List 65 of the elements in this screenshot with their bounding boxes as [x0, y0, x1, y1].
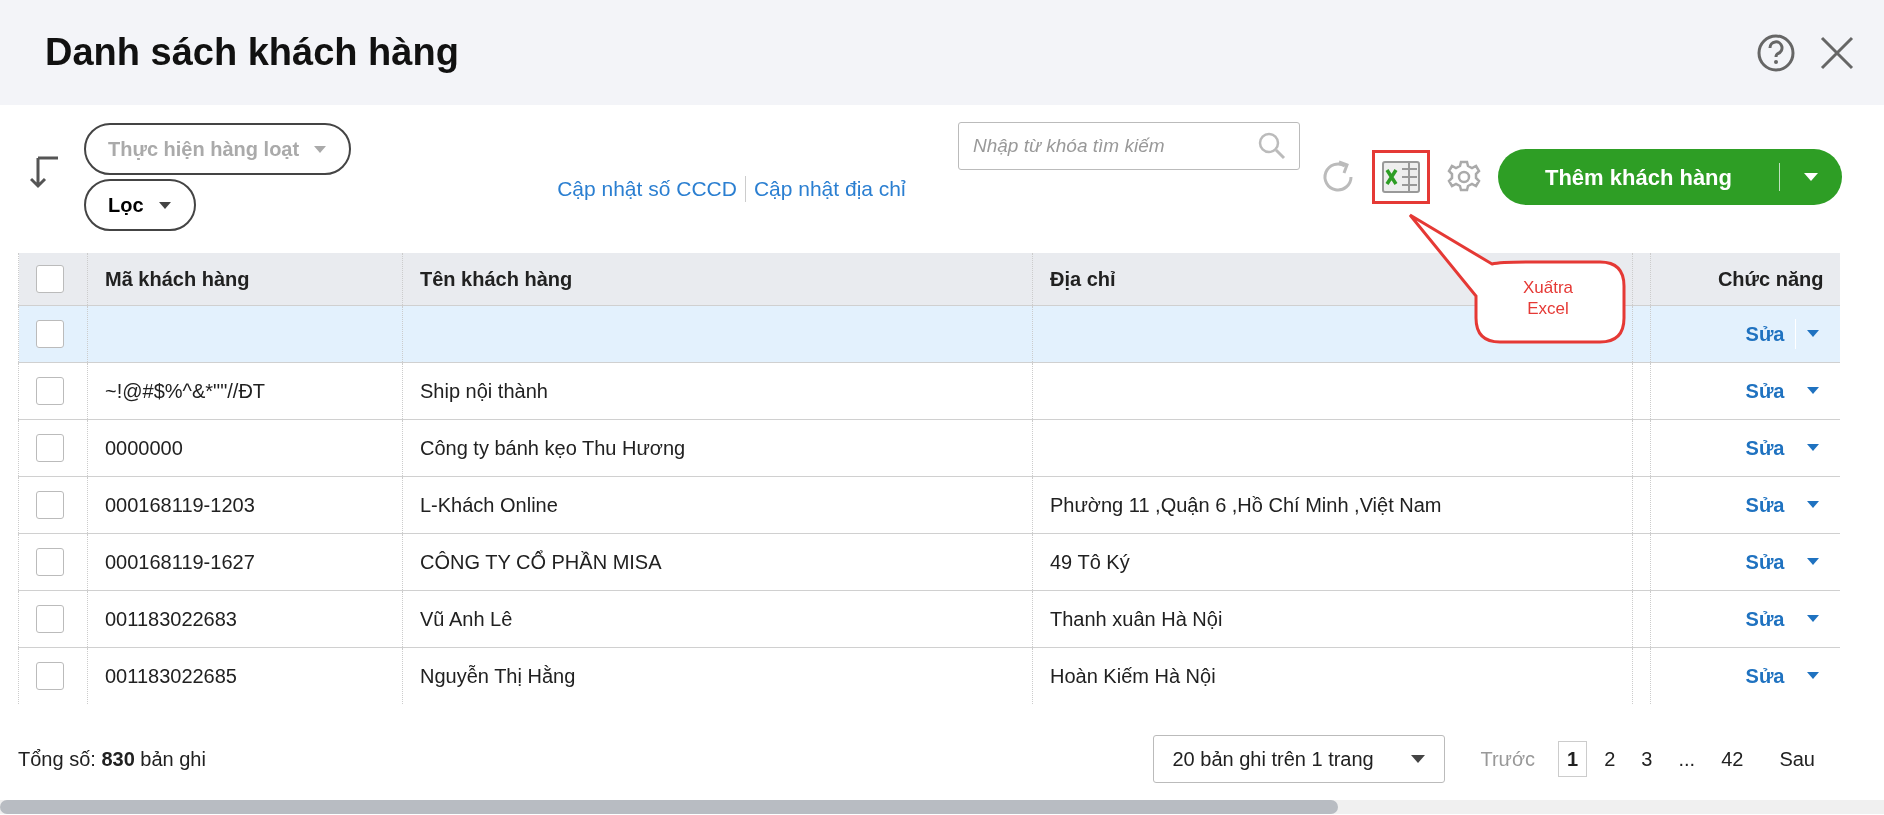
- horizontal-scrollbar[interactable]: [0, 800, 1884, 814]
- window-title: Danh sách khách hàng: [45, 29, 459, 75]
- table-cell: 000168119-1627: [105, 550, 255, 573]
- help-icon[interactable]: [1756, 32, 1796, 73]
- sort-arrow-icon[interactable]: [30, 155, 60, 189]
- table-cell: 001183022683: [105, 607, 237, 630]
- caret-icon[interactable]: [1410, 754, 1427, 764]
- table-cell: ~!@#$%^&*""//ĐT: [105, 379, 266, 402]
- link[interactable]: Cập nhật số CCCD: [557, 173, 737, 205]
- checkbox[interactable]: [36, 264, 64, 293]
- page-size-select[interactable]: 20 bản ghi trên 1 trang: [1153, 735, 1446, 783]
- close-icon[interactable]: [1820, 35, 1854, 70]
- edit-link[interactable]: Sửa: [1745, 660, 1785, 691]
- edit-link[interactable]: Sửa: [1745, 603, 1785, 634]
- table-cell: 49 Tô Ký: [1050, 550, 1130, 573]
- edit-link[interactable]: Sửa: [1745, 489, 1785, 520]
- checkbox[interactable]: [36, 604, 64, 633]
- table-cell: 001183022685: [105, 664, 237, 687]
- search-field[interactable]: Nhập từ khóa tìm kiếm: [958, 122, 1300, 170]
- caret-icon[interactable]: [1805, 614, 1820, 623]
- checkbox[interactable]: [36, 490, 64, 519]
- add-customer-button[interactable]: Thêm khách hàng: [1498, 149, 1842, 205]
- export-excel-button[interactable]: [1372, 150, 1430, 204]
- caret-icon[interactable]: [1805, 329, 1820, 338]
- table-cell: 000168119-1203: [105, 493, 255, 516]
- table-cell: Nguyễn Thị Hằng: [420, 664, 576, 687]
- table-cell: Vũ Anh Lê: [420, 607, 513, 630]
- checkbox[interactable]: [36, 319, 64, 348]
- caret-icon[interactable]: [1805, 557, 1820, 566]
- edit-link[interactable]: Sửa: [1745, 375, 1785, 406]
- caret-icon[interactable]: [1805, 443, 1820, 452]
- caret-icon: [313, 144, 328, 154]
- filter-dropdown[interactable]: Lọc: [84, 179, 196, 231]
- column-header: Mã khách hàng: [87, 253, 403, 305]
- table-cell: L-Khách Online: [420, 493, 558, 516]
- page-link[interactable]: 2: [1595, 741, 1625, 777]
- link[interactable]: Cập nhật địa chỉ: [753, 173, 906, 205]
- checkbox[interactable]: [36, 661, 64, 690]
- page-link[interactable]: ...: [1669, 741, 1705, 777]
- column-header: Chức năng: [1650, 253, 1840, 305]
- checkbox[interactable]: [36, 547, 64, 576]
- caret-icon[interactable]: [1805, 671, 1820, 681]
- edit-link[interactable]: Sửa: [1745, 432, 1785, 463]
- caret-icon: [157, 200, 172, 210]
- edit-link[interactable]: Sửa: [1745, 318, 1785, 349]
- table-cell: Hoàn Kiếm Hà Nội: [1050, 664, 1216, 687]
- search-icon[interactable]: [1258, 132, 1286, 160]
- checkbox[interactable]: [36, 433, 64, 462]
- checkbox[interactable]: [36, 376, 64, 405]
- table-cell: CÔNG TY CỔ PHẦN MISA: [420, 550, 662, 573]
- caret-icon[interactable]: [1805, 500, 1820, 509]
- table-cell: Thanh xuân Hà Nội: [1050, 607, 1223, 630]
- edit-link[interactable]: Sửa: [1745, 546, 1785, 577]
- page-link[interactable]: 1: [1558, 741, 1588, 777]
- table-cell: Phường 11 ,Quận 6 ,Hồ Chí Minh ,Việt Nam: [1050, 493, 1442, 516]
- caret-icon[interactable]: [1805, 386, 1820, 395]
- page-link[interactable]: 3: [1632, 741, 1662, 777]
- spreadsheet-icon: [1382, 161, 1420, 193]
- column-header: Tên khách hàng: [402, 253, 1033, 305]
- page-link[interactable]: 42: [1712, 741, 1753, 777]
- total-records-text: Tổng số: 830 bản ghi: [18, 747, 206, 772]
- table-cell: Ship nội thành: [420, 379, 548, 402]
- next-page-link[interactable]: Sau: [1770, 741, 1824, 777]
- table-cell: 0000000: [105, 436, 183, 459]
- table-cell: Công ty bánh kẹo Thu Hương: [420, 436, 686, 459]
